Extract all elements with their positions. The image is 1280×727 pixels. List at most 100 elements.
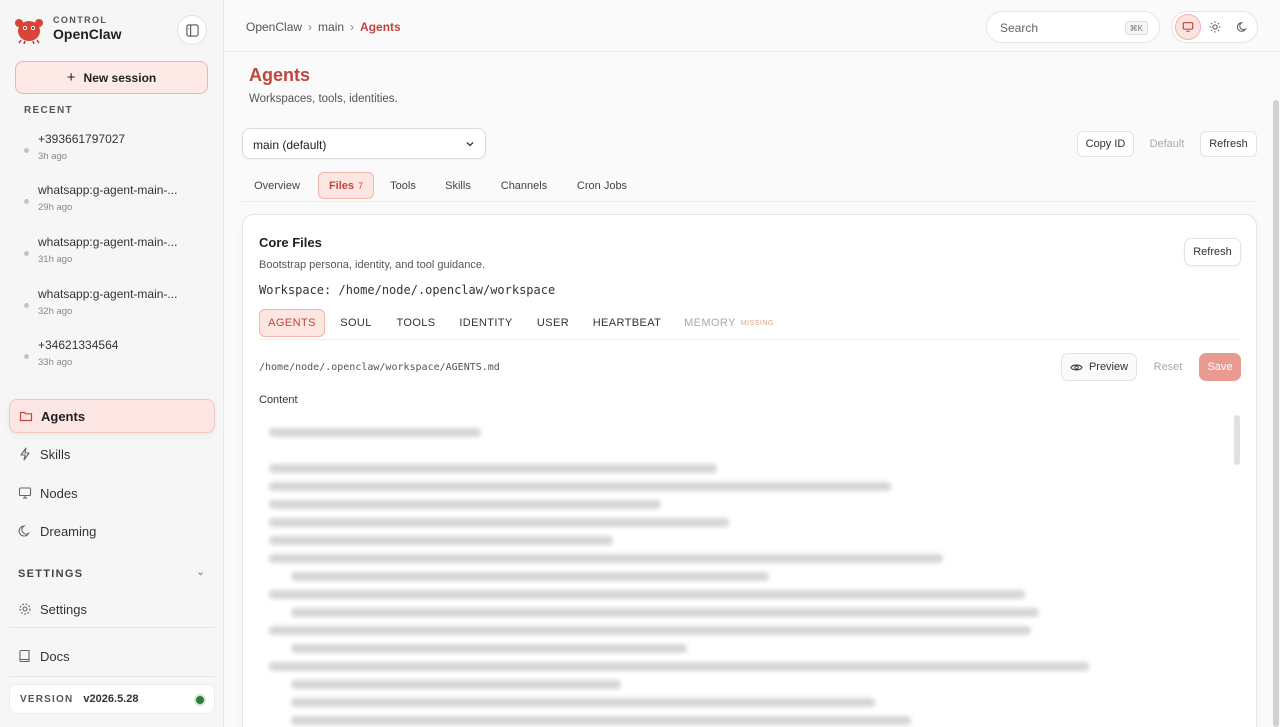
tab-files[interactable]: Files 7 — [318, 172, 374, 199]
new-session-label: New session — [83, 70, 157, 85]
file-path: /home/node/.openclaw/workspace/AGENTS.md — [259, 362, 500, 373]
copy-id-button[interactable]: Copy ID — [1077, 131, 1134, 157]
tab-channels[interactable]: Channels — [494, 172, 554, 199]
session-time: 33h ago — [38, 357, 73, 368]
editor-scrollbar[interactable] — [1234, 415, 1240, 465]
folder-icon — [19, 409, 33, 423]
search-placeholder: Search — [1000, 21, 1039, 35]
redacted-line — [269, 626, 1031, 635]
connection-status-dot — [196, 696, 204, 704]
file-tab-user[interactable]: USER — [533, 309, 573, 337]
search-input[interactable]: Search ⌘K — [986, 11, 1160, 43]
chevron-down-icon — [466, 142, 474, 147]
brand-caption: CONTROL — [53, 15, 108, 25]
nav-item-nodes[interactable]: Nodes — [9, 476, 215, 510]
redacted-line — [291, 572, 769, 581]
monitor-icon — [1182, 22, 1193, 32]
recent-heading: RECENT — [24, 105, 73, 116]
tab-overview[interactable]: Overview — [246, 172, 308, 199]
reset-button[interactable]: Reset — [1148, 353, 1188, 381]
content-editor[interactable] — [259, 412, 1241, 727]
version-label: VERSION — [20, 693, 74, 705]
file-tab-memory-label: MEMORY — [684, 317, 736, 329]
plus-icon: + — [66, 69, 76, 86]
redacted-line — [291, 680, 621, 689]
new-session-button[interactable]: + New session — [15, 61, 208, 94]
version-badge: VERSION v2026.5.28 — [9, 684, 215, 714]
moon-icon — [1236, 22, 1247, 32]
sidebar-divider — [9, 676, 215, 677]
nav-label: Dreaming — [40, 523, 97, 539]
nav-label: Agents — [41, 408, 86, 424]
refresh-button[interactable]: Refresh — [1200, 131, 1257, 157]
card-title: Core Files — [259, 235, 322, 250]
preview-button[interactable]: Preview — [1061, 353, 1137, 381]
chevron-down-icon: ⌄ — [196, 567, 206, 578]
collapse-sidebar-button[interactable] — [177, 15, 207, 45]
brand[interactable]: CONTROL OpenClaw — [14, 14, 121, 44]
nav-item-settings[interactable]: Settings — [9, 592, 215, 626]
breadcrumb-separator: › — [308, 20, 313, 34]
nav-item-docs[interactable]: Docs — [9, 639, 215, 673]
file-tab-heartbeat[interactable]: HEARTBEAT — [589, 309, 665, 337]
redacted-line — [269, 482, 891, 491]
page-title: Agents — [249, 65, 311, 85]
nav-item-skills[interactable]: Skills — [9, 437, 215, 471]
session-title: +34621334564 — [38, 338, 119, 352]
file-tab-soul[interactable]: SOUL — [335, 309, 377, 337]
redacted-line — [269, 590, 1025, 599]
session-dot-icon — [24, 251, 29, 256]
file-tab-tools[interactable]: TOOLS — [393, 309, 439, 337]
content-label: Content — [259, 394, 298, 406]
redacted-line — [269, 500, 661, 509]
default-button[interactable]: Default — [1140, 131, 1194, 157]
file-tab-identity[interactable]: IDENTITY — [455, 309, 517, 337]
file-tab-agents[interactable]: AGENTS — [259, 309, 325, 337]
gear-icon — [18, 602, 32, 616]
breadcrumb-root[interactable]: OpenClaw — [246, 20, 302, 34]
redacted-line — [269, 428, 481, 437]
settings-section-toggle[interactable]: SETTINGS ⌄ — [18, 567, 208, 580]
nav-label: Skills — [40, 446, 71, 462]
tab-skills[interactable]: Skills — [438, 172, 478, 199]
nav-item-dreaming[interactable]: Dreaming — [9, 514, 215, 548]
session-title: +393661797027 — [38, 132, 126, 146]
tab-tools[interactable]: Tools — [384, 172, 422, 199]
redacted-line — [291, 644, 687, 653]
redacted-line — [291, 716, 911, 725]
session-title: whatsapp:g-agent-main-... — [38, 235, 178, 249]
redacted-line — [269, 464, 717, 473]
file-tab-memory[interactable]: MEMORY MISSING — [681, 309, 777, 337]
theme-light-button[interactable] — [1202, 14, 1228, 40]
sidebar-divider — [9, 627, 215, 628]
files-count-badge: 7 — [358, 180, 364, 191]
theme-dark-button[interactable] — [1229, 14, 1255, 40]
version-value: v2026.5.28 — [83, 693, 139, 705]
redacted-line — [291, 698, 875, 707]
redacted-line — [269, 554, 943, 563]
tab-cron-jobs[interactable]: Cron Jobs — [570, 172, 634, 199]
page-scrollbar[interactable] — [1273, 100, 1279, 727]
redacted-line — [269, 518, 729, 527]
agent-tabs: Overview Files 7 Tools Skills Channels Cr… — [242, 171, 1257, 202]
theme-system-button[interactable] — [1174, 14, 1201, 40]
monitor-icon — [18, 486, 32, 500]
redacted-line — [269, 536, 613, 545]
session-title: whatsapp:g-agent-main-... — [38, 287, 178, 301]
core-files-card: Core Files Bootstrap persona, identity, … — [242, 214, 1257, 727]
nav-label: Settings — [40, 601, 87, 617]
redacted-line — [291, 608, 1039, 617]
session-time: 31h ago — [38, 254, 73, 265]
page-subtitle: Workspaces, tools, identities. — [249, 93, 398, 105]
sun-icon — [1208, 21, 1221, 33]
preview-label: Preview — [1088, 361, 1129, 373]
nav-item-agents[interactable]: Agents — [9, 399, 215, 433]
breadcrumb: OpenClaw › main › Agents — [246, 20, 401, 34]
workspace-path: Workspace: /home/node/.openclaw/workspac… — [259, 283, 556, 297]
breadcrumb-agent[interactable]: main — [318, 20, 344, 34]
agent-select[interactable]: main (default) — [242, 128, 486, 159]
nav-label: Nodes — [40, 485, 78, 501]
files-refresh-button[interactable]: Refresh — [1184, 238, 1241, 266]
save-button[interactable]: Save — [1199, 353, 1241, 381]
tab-files-label: Files — [328, 179, 355, 192]
